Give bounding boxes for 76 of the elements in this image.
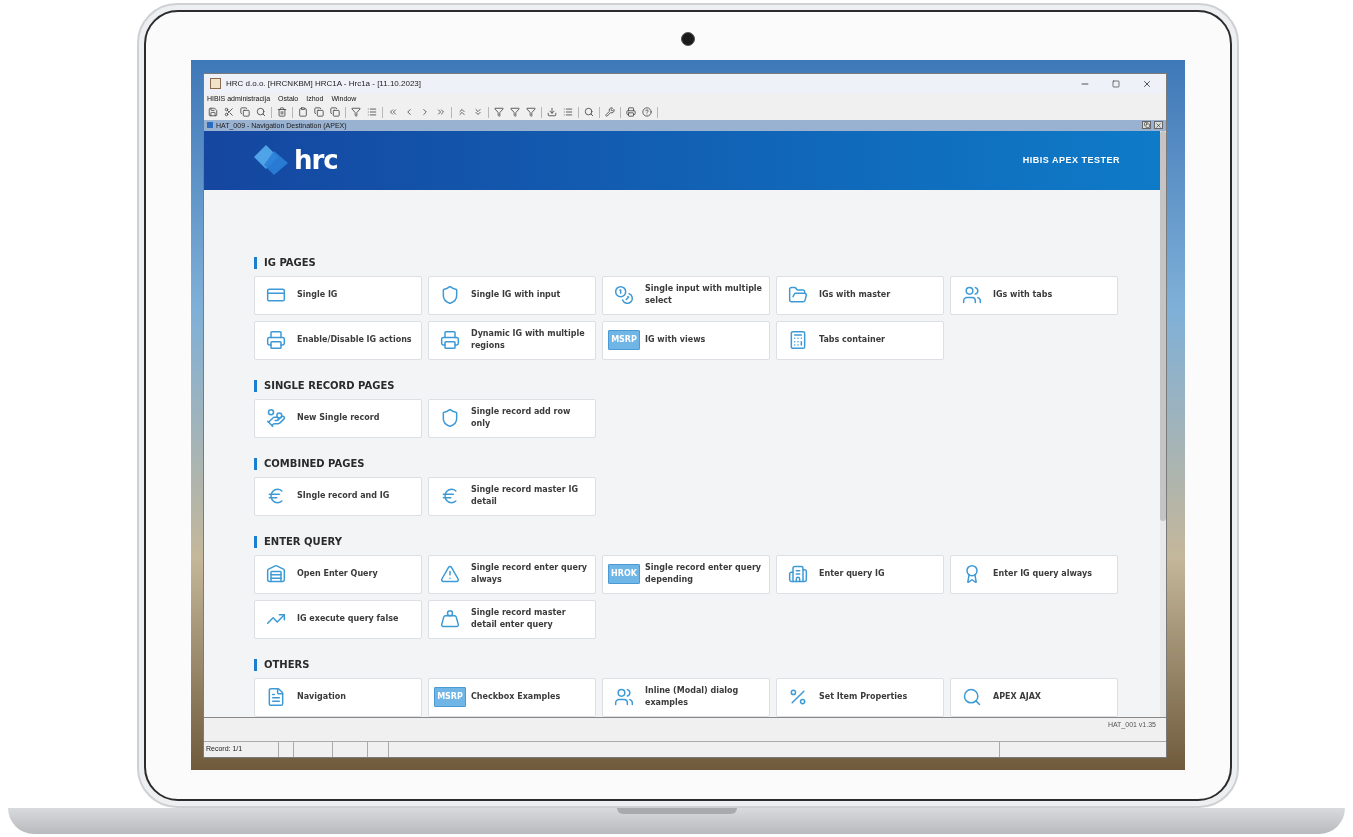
nav-card[interactable]: Enable/Disable IG actions [254, 320, 422, 360]
nav-card[interactable]: Dynamic IG with multiple regions [428, 320, 596, 360]
save-icon[interactable] [207, 106, 219, 119]
hand-coins-icon [266, 408, 286, 429]
nav-card[interactable]: Single IG with input [428, 275, 596, 315]
warehouse-icon [266, 564, 286, 585]
nav-card[interactable]: Single record enter query always [428, 554, 596, 594]
users-icon [962, 285, 982, 306]
nav-card[interactable]: Open Enter Query [254, 554, 422, 594]
filter-icon[interactable] [525, 106, 537, 119]
nav-card[interactable]: APEX AJAX [950, 677, 1118, 717]
search-icon[interactable] [583, 106, 595, 119]
weight-icon [440, 609, 460, 630]
nav-card[interactable]: Single record master detail enter query [428, 599, 596, 639]
warning-icon [440, 564, 460, 585]
nav-card[interactable]: Set Item Properties [776, 677, 944, 717]
badge-icon: MSRP [434, 687, 466, 708]
window-title: HRC d.o.o. [HRCNKBM] HRC1A - Hrc1a - [11.10.2023] [226, 79, 423, 89]
calculator-icon [788, 330, 808, 351]
filter-icon[interactable] [350, 106, 362, 119]
document-icon [266, 687, 286, 708]
wrench-icon[interactable] [604, 106, 616, 119]
list-icon[interactable] [366, 106, 378, 119]
restore-icon [1143, 122, 1150, 129]
printer-icon [266, 330, 286, 351]
coins-icon [614, 285, 634, 306]
nav-card[interactable]: IGs with tabs [950, 275, 1118, 315]
close-icon [1155, 121, 1162, 129]
help-icon[interactable] [641, 106, 653, 119]
nav-card[interactable]: IG execute query false [254, 599, 422, 639]
logo-icon [252, 143, 290, 178]
nav-card[interactable]: MSRP IG with views [602, 320, 770, 360]
clipboard-icon[interactable] [297, 106, 309, 119]
printer-icon[interactable] [625, 106, 637, 119]
shield-icon [440, 285, 460, 306]
camera-icon [681, 32, 695, 46]
nav-card[interactable]: Single record master IG detail [428, 476, 596, 516]
nav-card[interactable]: Inline (Modal) dialog examples [602, 677, 770, 717]
header-title: HIBIS APEX TESTER [1022, 155, 1120, 166]
badge-icon: MSRP [608, 330, 640, 351]
filter-icon[interactable] [509, 106, 521, 119]
badge-icon: HROK [608, 564, 640, 585]
maximize-icon [1112, 79, 1120, 88]
nav-card[interactable]: Enter query IG [776, 554, 944, 594]
close-button[interactable] [1154, 121, 1163, 130]
download-icon[interactable] [546, 106, 558, 119]
nav-card[interactable]: Single record add row only [428, 398, 596, 438]
nav-card[interactable]: MSRP Checkbox Examples [428, 677, 596, 717]
list-icon[interactable] [562, 106, 574, 119]
copy-icon[interactable] [239, 106, 251, 119]
nav-card[interactable]: SIngle record and IG [254, 476, 422, 516]
restore-button[interactable] [1142, 121, 1151, 130]
building-icon [788, 564, 808, 585]
frame-icon [207, 122, 213, 129]
nav-card[interactable]: HROK Single record enter query depending [602, 554, 770, 594]
nav-card[interactable]: IGs with master [776, 275, 944, 315]
printer-icon [440, 330, 460, 351]
search-icon [962, 687, 982, 708]
nav-card[interactable]: Single input with multiple select [602, 275, 770, 315]
nav-card[interactable]: Navigation [254, 677, 422, 717]
nav-card[interactable]: Tabs container [776, 320, 944, 360]
scissors-icon[interactable] [223, 106, 235, 119]
trash-icon[interactable] [276, 106, 288, 119]
nav-card[interactable]: New Single record [254, 398, 422, 438]
copy-icon[interactable] [329, 106, 341, 119]
search-icon[interactable] [255, 106, 267, 119]
shield-icon [440, 408, 460, 429]
filter-icon[interactable] [493, 106, 505, 119]
users-icon [614, 687, 634, 708]
scrollbar[interactable] [1160, 130, 1166, 717]
app-icon [210, 78, 221, 90]
nav-card[interactable]: Single IG [254, 275, 422, 315]
logo-text: hrc [294, 145, 338, 176]
close-icon [1142, 78, 1152, 89]
nav-card[interactable]: Enter IG query always [950, 554, 1118, 594]
copy-icon[interactable] [313, 106, 325, 119]
